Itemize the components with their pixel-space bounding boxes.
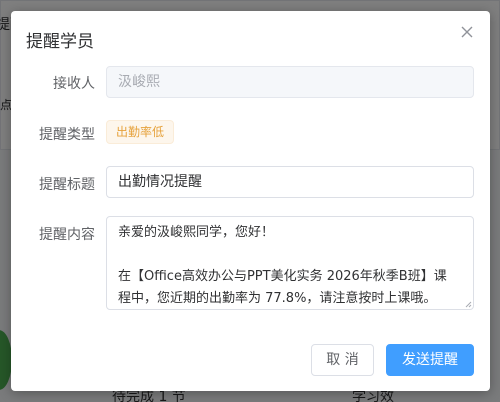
recipient-label: 接收人	[53, 76, 95, 92]
reminder-type-label: 提醒类型	[39, 127, 95, 143]
cancel-button[interactable]: 取 消	[311, 344, 374, 376]
close-icon[interactable]	[458, 23, 476, 41]
content-textarea[interactable]: 亲爱的汲峻熙同学，您好！ 在【Office高效办公与PPT美化实务 2026年秋…	[106, 216, 474, 310]
subject-label: 提醒标题	[39, 177, 95, 193]
subject-field[interactable]: 出勤情况提醒	[106, 166, 474, 198]
dialog-title: 提醒学员	[26, 32, 94, 52]
content-line	[118, 244, 462, 266]
content-line: 程中，您近期的出勤率为 77.8%，请注意按时上课哦。	[118, 291, 437, 306]
content-line: 亲爱的汲峻熙同学，您好！	[118, 225, 275, 240]
recipient-field[interactable]: 汲峻熙	[106, 66, 474, 98]
reminder-type-tag: 出勤率低	[106, 120, 175, 144]
close-icon-glyph	[461, 26, 473, 38]
resize-handle-icon[interactable]	[464, 300, 472, 308]
remind-student-dialog: 提醒学员 接收人 汲峻熙 提醒类型 出勤率低 提醒标题 出勤情况提醒 提醒内容 …	[11, 11, 490, 391]
send-reminder-button[interactable]: 发送提醒	[386, 344, 474, 376]
content-label: 提醒内容	[39, 227, 95, 243]
content-line: 在【Office高效办公与PPT美化实务 2026年秋季B班】课	[118, 269, 447, 284]
